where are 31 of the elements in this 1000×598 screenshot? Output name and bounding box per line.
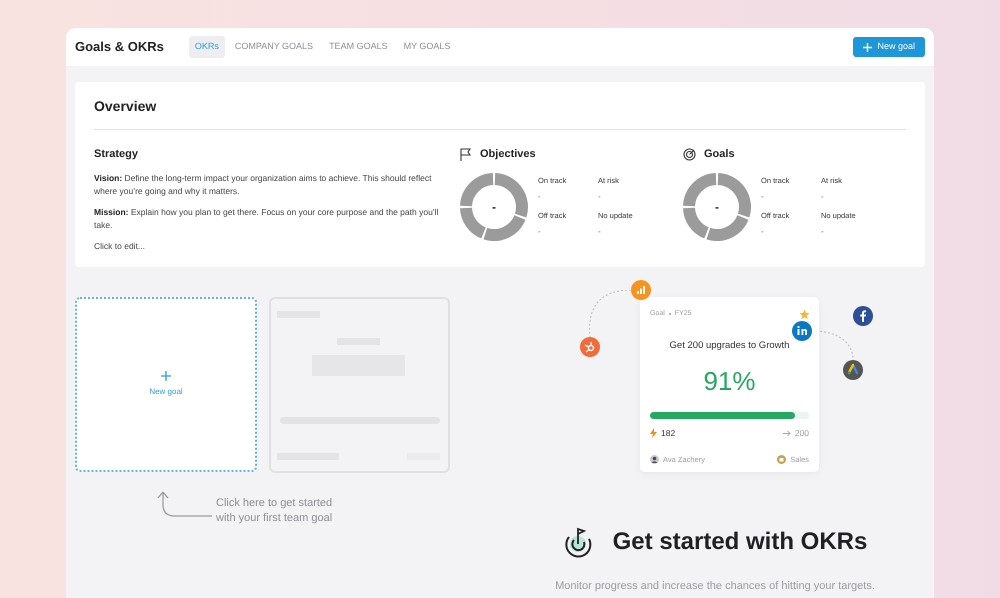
strategy-paragraph: Vision: Define the long-term impact your organization aims to achieve. This should reflect where you’re going and why it matters.: [94, 172, 432, 198]
goal-title: Get 200 upgrades to Growth: [668, 338, 790, 352]
stat-value: -: [598, 226, 602, 238]
subtitle-text: Monitor progress and increase the chances of hitting your targets.: [555, 579, 875, 594]
tab[interactable]: MY GOALS: [398, 36, 456, 58]
edit-hint[interactable]: Click to edit...: [94, 240, 441, 252]
stat-value: -: [761, 226, 765, 238]
page-title: Goals & OKRs: [75, 38, 164, 56]
new-goal-card[interactable]: New goal: [75, 297, 257, 472]
stat-value: -: [761, 191, 765, 203]
stat-value: -: [538, 226, 542, 238]
tab[interactable]: COMPANY GOALS: [228, 36, 320, 58]
strategy-paragraph: Mission: Explain how you plan to get there. Focus on your core purpose and the path you’ll take.: [94, 206, 440, 232]
goal-percent: 91%: [702, 366, 757, 396]
panel-title: Objectives: [480, 147, 536, 162]
new-goal-button[interactable]: New goal: [853, 37, 925, 57]
section-title: Overview: [94, 96, 906, 130]
hint-text: Click here to get started with your first team goal: [216, 496, 332, 526]
target-value: 200: [794, 426, 809, 440]
donut-center-value: -: [714, 198, 720, 216]
strategy-title: Strategy: [94, 147, 140, 162]
donut-center-value: -: [491, 198, 497, 216]
stat-value: -: [538, 191, 542, 203]
stat-value: -: [821, 226, 825, 238]
stat-value: -: [598, 191, 602, 203]
current-value: 182: [661, 426, 676, 440]
tab[interactable]: OKRs: [188, 36, 225, 58]
panel-title: Goals: [704, 147, 735, 162]
stat-value: -: [821, 191, 825, 203]
section-heading: Get started with OKRs: [612, 527, 868, 557]
tab[interactable]: TEAM GOALS: [323, 36, 394, 58]
